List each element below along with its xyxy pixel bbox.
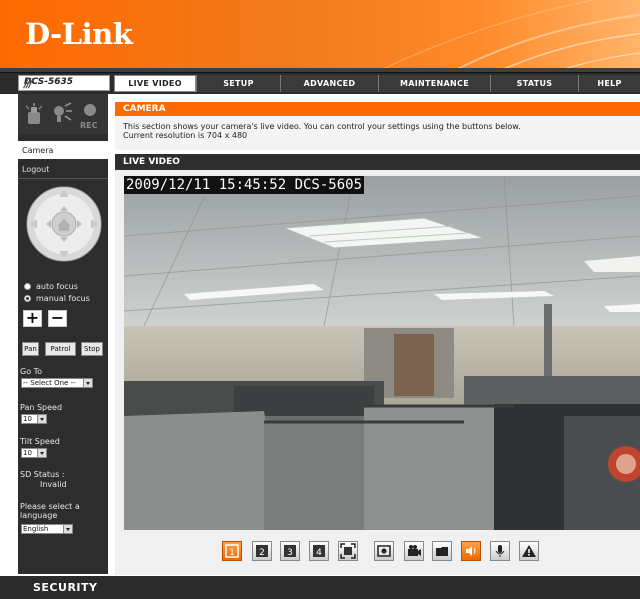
- tilt-speed-select[interactable]: 10: [21, 448, 47, 458]
- snapshot-button[interactable]: [374, 541, 394, 561]
- page-header: D-Link: [0, 0, 640, 68]
- video-timestamp-overlay: 2009/12/11 15:45:52 DCS-5605: [124, 176, 365, 194]
- focus-minus-button[interactable]: −: [48, 310, 67, 327]
- camera-section-title: CAMERA: [115, 102, 640, 116]
- alert-button[interactable]: [519, 541, 539, 561]
- patrol-button[interactable]: Patrol: [45, 342, 76, 356]
- tab-advanced[interactable]: ADVANCED: [280, 75, 378, 92]
- fullscreen-button[interactable]: [338, 541, 358, 561]
- view-1-icon: 1: [225, 544, 239, 558]
- chevron-down-icon: [83, 379, 92, 387]
- pan-button[interactable]: Pan: [22, 342, 39, 356]
- tab-status[interactable]: STATUS: [490, 75, 578, 92]
- live-video-title: LIVE VIDEO: [115, 154, 640, 170]
- microphone-icon: [495, 545, 505, 557]
- tab-help[interactable]: HELP: [578, 75, 640, 92]
- record-icon: [408, 545, 421, 556]
- motion-icon: [25, 103, 43, 124]
- alert-icon: [522, 545, 536, 557]
- main-tabs: LIVE VIDEO SETUP ADVANCED MAINTENANCE ST…: [114, 75, 640, 92]
- microphone-button[interactable]: [490, 541, 510, 561]
- focus-plus-button[interactable]: +: [23, 310, 42, 327]
- tilt-speed-label: Tilt Speed: [20, 437, 60, 446]
- camera-desc-text: This section shows your camera's live vi…: [123, 122, 521, 131]
- view-1-button[interactable]: 1: [222, 541, 242, 561]
- language-label: Please select a language: [20, 502, 80, 520]
- goto-label: Go To: [20, 367, 43, 376]
- language-value: English: [23, 525, 49, 533]
- view-3-button[interactable]: 3: [280, 541, 300, 561]
- auto-focus-radio[interactable]: [24, 283, 31, 290]
- footer-label: SECURITY: [33, 581, 98, 594]
- rec-label: REC: [80, 121, 98, 130]
- view-4-button[interactable]: 4: [309, 541, 329, 561]
- ptz-control-pad[interactable]: [26, 186, 102, 262]
- sidebar-item-camera[interactable]: Camera: [18, 141, 108, 159]
- sidebar: REC Camera Logout auto focus manual focu…: [18, 94, 108, 574]
- view-2-button[interactable]: 2: [252, 541, 272, 561]
- goto-select[interactable]: -- Select One --: [21, 378, 93, 388]
- sidebar-item-logout[interactable]: Logout: [18, 161, 108, 179]
- svg-text:4: 4: [316, 548, 322, 558]
- chevron-down-icon: [63, 525, 72, 533]
- tab-live-video[interactable]: LIVE VIDEO: [114, 75, 196, 92]
- record-button[interactable]: [404, 541, 424, 561]
- auto-focus-label: auto focus: [36, 282, 78, 291]
- view-2-icon: 2: [256, 545, 268, 558]
- pan-speed-value: 10: [23, 415, 32, 423]
- svg-text:1: 1: [229, 548, 235, 558]
- folder-button[interactable]: [432, 541, 452, 561]
- dlink-logo[interactable]: D-Link: [25, 17, 133, 51]
- manual-focus-radio[interactable]: [24, 295, 31, 302]
- language-select[interactable]: English: [21, 524, 73, 534]
- page-footer: SECURITY: [0, 576, 640, 599]
- chevron-down-icon: [37, 415, 46, 423]
- goto-select-value: -- Select One --: [23, 379, 76, 387]
- view-4-icon: 4: [313, 545, 325, 558]
- stop-button[interactable]: Stop: [81, 342, 103, 356]
- manual-focus-label: manual focus: [36, 294, 90, 303]
- tilt-speed-value: 10: [23, 449, 32, 457]
- status-icons: REC: [18, 94, 108, 134]
- tab-setup[interactable]: SETUP: [196, 75, 280, 92]
- svg-text:3: 3: [287, 548, 293, 558]
- fullscreen-icon: [340, 543, 356, 559]
- view-3-icon: 3: [284, 545, 296, 558]
- camera-description: This section shows your camera's live vi…: [115, 116, 640, 150]
- pan-speed-select[interactable]: 10: [21, 414, 47, 424]
- header-swoosh: [383, 0, 640, 68]
- light-icon: [54, 102, 72, 122]
- speaker-button[interactable]: [461, 541, 481, 561]
- snapshot-icon: [377, 545, 391, 557]
- resolution-text: Current resolution is 704 x 480: [123, 131, 248, 140]
- live-video-feed[interactable]: [124, 176, 640, 530]
- model-badge: DCS-5635 ///: [18, 75, 110, 91]
- sd-status-value: Invalid: [40, 480, 67, 489]
- speaker-icon: [466, 546, 476, 556]
- chevron-down-icon: [37, 449, 46, 457]
- sd-status-label: SD Status :: [20, 470, 65, 479]
- tab-maintenance[interactable]: MAINTENANCE: [378, 75, 490, 92]
- svg-text:2: 2: [259, 548, 265, 558]
- pan-speed-label: Pan Speed: [20, 403, 63, 412]
- folder-icon: [436, 547, 448, 556]
